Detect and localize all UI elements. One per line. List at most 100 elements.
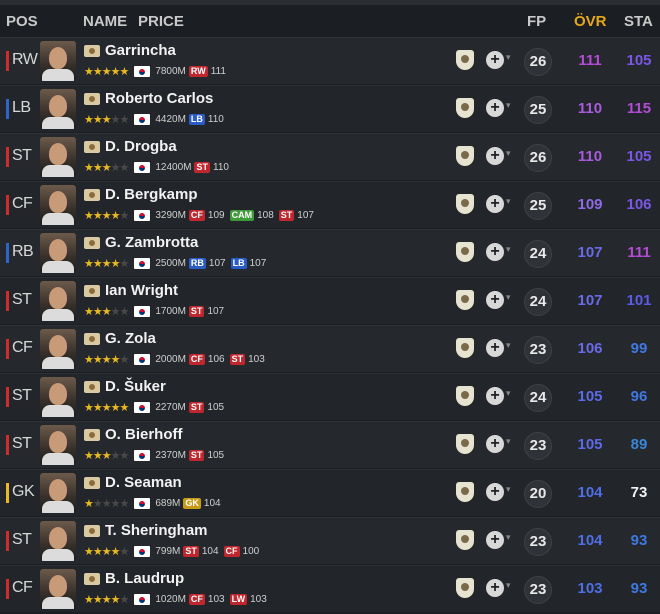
fp-value: 25 xyxy=(524,192,552,220)
add-plus-icon[interactable]: + xyxy=(486,195,504,213)
player-row[interactable]: RB G. Zambrotta ★★★★★ 2500M RB 107 LB 107 +… xyxy=(0,229,660,276)
player-name[interactable]: T. Sheringham xyxy=(105,522,208,539)
ovr-value: 106 xyxy=(577,340,603,357)
header-price[interactable]: PRICE xyxy=(138,13,184,30)
chevron-down-icon[interactable]: ▾ xyxy=(506,532,511,543)
player-name[interactable]: Garrincha xyxy=(105,42,176,59)
player-row[interactable]: GK D. Seaman ★★★★★ 689M GK 104 + ▾ 20 104… xyxy=(0,469,660,516)
add-plus-icon[interactable]: + xyxy=(486,147,504,165)
player-name[interactable]: Ian Wright xyxy=(105,282,178,299)
header-sta[interactable]: STA xyxy=(624,13,653,30)
player-row[interactable]: CF D. Bergkamp ★★★★★ 3290M CF 109 CAM 108 ST… xyxy=(0,181,660,228)
ovr-value: 109 xyxy=(577,196,603,213)
position-chip: LB xyxy=(188,113,205,125)
player-avatar xyxy=(40,137,76,177)
chevron-down-icon[interactable]: ▾ xyxy=(506,244,511,255)
club-shield-icon[interactable] xyxy=(456,242,474,262)
position-color-bar xyxy=(6,291,9,311)
chevron-down-icon[interactable]: ▾ xyxy=(506,436,511,447)
chevron-down-icon[interactable]: ▾ xyxy=(506,580,511,591)
sta-value: 93 xyxy=(630,532,648,549)
avatar-shirt xyxy=(42,309,74,321)
sta-value: 96 xyxy=(630,388,648,405)
chevron-down-icon[interactable]: ▾ xyxy=(506,340,511,351)
chevron-down-icon[interactable]: ▾ xyxy=(506,292,511,303)
icon-season-badge xyxy=(84,285,100,297)
position-color-bar xyxy=(6,99,9,119)
header-ovr[interactable]: ÖVR xyxy=(574,13,607,30)
add-plus-icon[interactable]: + xyxy=(486,483,504,501)
player-name[interactable]: D. Seaman xyxy=(105,474,182,491)
club-shield-icon[interactable] xyxy=(456,194,474,214)
player-name[interactable]: D. Drogba xyxy=(105,138,177,155)
club-shield-icon[interactable] xyxy=(456,146,474,166)
add-plus-icon[interactable]: + xyxy=(486,243,504,261)
player-row[interactable]: ST Ian Wright ★★★★★ 1700M ST 107 + ▾ 24 1… xyxy=(0,277,660,324)
add-plus-icon[interactable]: + xyxy=(486,291,504,309)
player-price: 2270M xyxy=(155,401,186,413)
add-plus-icon[interactable]: + xyxy=(486,339,504,357)
chevron-down-icon[interactable]: ▾ xyxy=(506,196,511,207)
position-label: ST xyxy=(12,387,32,404)
player-row[interactable]: ST D. Drogba ★★★★★ 12400M ST 110 + ▾ 26 1… xyxy=(0,133,660,180)
player-meta: ★★★★★ 689M GK 104 xyxy=(84,497,223,510)
header-name[interactable]: NAME xyxy=(83,13,127,30)
add-plus-icon[interactable]: + xyxy=(486,99,504,117)
icon-season-badge xyxy=(84,573,100,585)
icon-season-badge xyxy=(84,525,100,537)
chevron-down-icon[interactable]: ▾ xyxy=(506,484,511,495)
star-rating-icon: ★★★★★ xyxy=(84,401,129,414)
position-chip: ST xyxy=(188,401,205,413)
add-plus-icon[interactable]: + xyxy=(486,51,504,69)
player-row[interactable]: CF B. Laudrup ★★★★★ 1020M CF 103 LW 103 + ▾… xyxy=(0,565,660,612)
header-pos[interactable]: POS xyxy=(6,13,38,30)
club-shield-icon[interactable] xyxy=(456,578,474,598)
player-name[interactable]: G. Zola xyxy=(105,330,156,347)
club-shield-icon[interactable] xyxy=(456,50,474,70)
player-row[interactable]: LB Roberto Carlos ★★★★★ 4420M LB 110 + ▾ … xyxy=(0,85,660,132)
ovr-value: 110 xyxy=(577,100,603,117)
chevron-down-icon[interactable]: ▾ xyxy=(506,388,511,399)
player-avatar xyxy=(40,521,76,561)
club-shield-icon[interactable] xyxy=(456,386,474,406)
club-shield-icon[interactable] xyxy=(456,434,474,454)
player-name[interactable]: Roberto Carlos xyxy=(105,90,213,107)
add-plus-icon[interactable]: + xyxy=(486,531,504,549)
add-plus-icon[interactable]: + xyxy=(486,387,504,405)
header-fp[interactable]: FP xyxy=(527,13,546,30)
club-shield-icon[interactable] xyxy=(456,98,474,118)
position-rating: 105 xyxy=(207,401,225,413)
avatar-shirt xyxy=(42,213,74,225)
position-chip: ST xyxy=(278,209,295,221)
sta-value: 111 xyxy=(627,244,651,261)
chevron-down-icon[interactable]: ▾ xyxy=(506,148,511,159)
player-name[interactable]: D. Bergkamp xyxy=(105,186,198,203)
club-shield-icon[interactable] xyxy=(456,338,474,358)
player-row[interactable]: ST T. Sheringham ★★★★★ 799M ST 104 CF 100 +… xyxy=(0,517,660,564)
club-shield-icon[interactable] xyxy=(456,530,474,550)
avatar-face xyxy=(49,431,67,453)
club-shield-icon[interactable] xyxy=(456,482,474,502)
add-plus-icon[interactable]: + xyxy=(486,435,504,453)
position-color-bar xyxy=(6,195,9,215)
player-row[interactable]: CF G. Zola ★★★★★ 2000M CF 106 ST 103 + ▾ 23… xyxy=(0,325,660,372)
player-row[interactable]: ST D. Šuker ★★★★★ 2270M ST 105 + ▾ 24 105… xyxy=(0,373,660,420)
chevron-down-icon[interactable]: ▾ xyxy=(506,100,511,111)
avatar-face xyxy=(49,47,67,69)
club-shield-icon[interactable] xyxy=(456,290,474,310)
player-name[interactable]: B. Laudrup xyxy=(105,570,184,587)
player-name[interactable]: G. Zambrotta xyxy=(105,234,198,251)
player-name[interactable]: D. Šuker xyxy=(105,378,166,395)
ovr-value: 107 xyxy=(577,292,603,309)
add-plus-icon[interactable]: + xyxy=(486,579,504,597)
korea-flag-icon xyxy=(134,401,151,413)
position-label: ST xyxy=(12,291,32,308)
chevron-down-icon[interactable]: ▾ xyxy=(506,52,511,63)
position-rating: 107 xyxy=(207,305,225,317)
sta-value: 101 xyxy=(626,292,652,309)
player-row[interactable]: ST O. Bierhoff ★★★★★ 2370M ST 105 + ▾ 23 … xyxy=(0,421,660,468)
position-label: CF xyxy=(12,195,33,212)
icon-season-badge xyxy=(84,45,100,57)
player-row[interactable]: RW Garrincha ★★★★★ 7800M RW 111 + ▾ 26 11… xyxy=(0,37,660,84)
player-name[interactable]: O. Bierhoff xyxy=(105,426,183,443)
